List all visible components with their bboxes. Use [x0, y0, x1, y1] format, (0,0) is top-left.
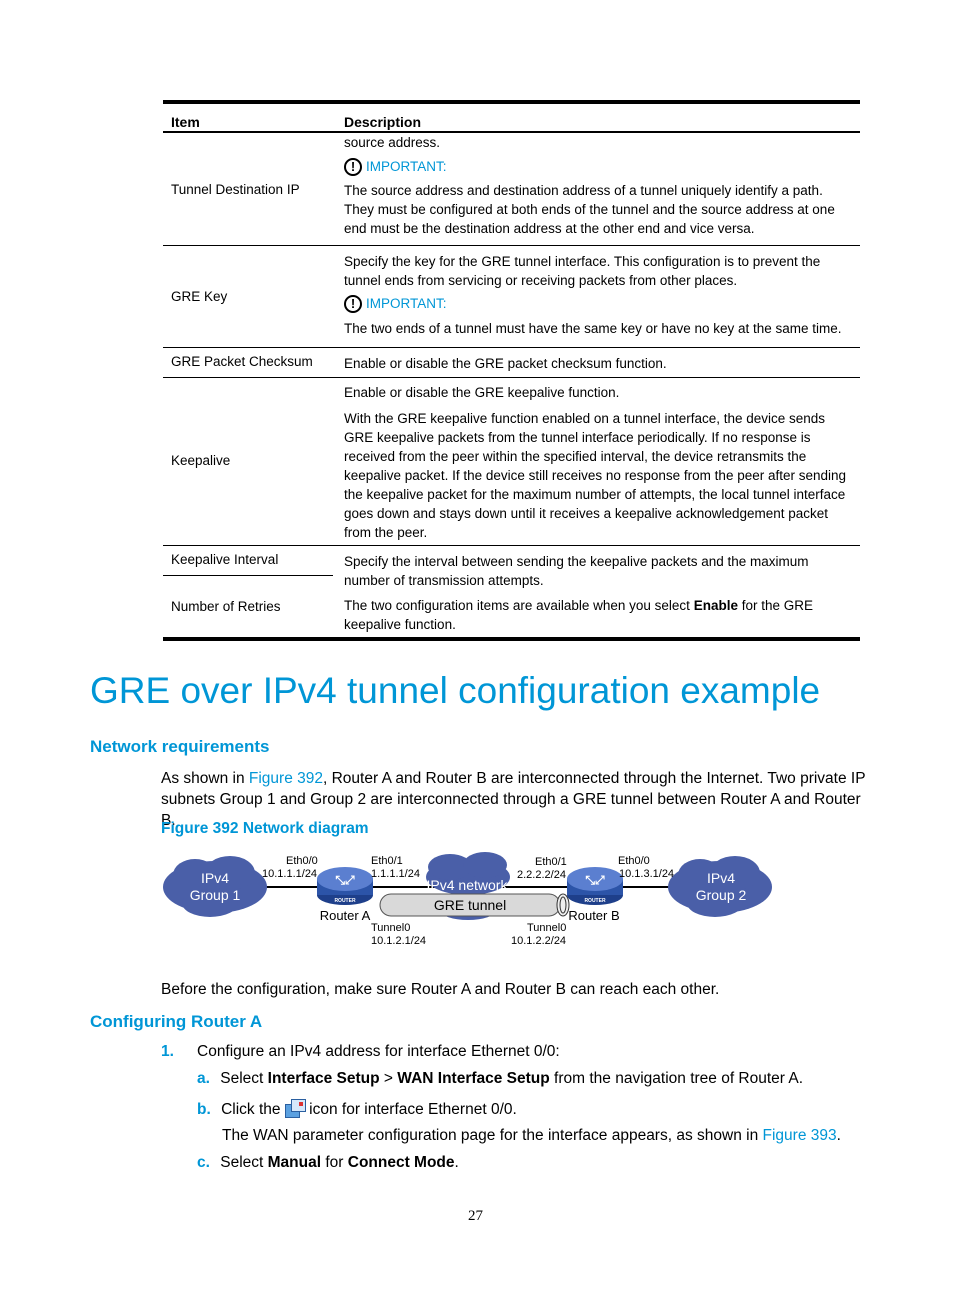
section-title: GRE over IPv4 tunnel configuration examp… — [90, 670, 821, 711]
table-row: Keepalive Enable or disable the GRE keep… — [163, 378, 860, 546]
b-eth00-name: Eth0/0 — [618, 855, 650, 867]
table-row: GRE Key Specify the key for the GRE tunn… — [163, 246, 860, 348]
a-tunnel-name: Tunnel0 — [371, 922, 410, 934]
desc-text: With the GRE keepalive function enabled … — [344, 411, 847, 540]
step-letter: a. — [197, 1070, 210, 1087]
text-run: for — [321, 1154, 348, 1171]
row-item: Keepalive — [171, 453, 231, 468]
group1-label-1: IPv4 — [201, 870, 229, 886]
important-icon: ! — [344, 294, 362, 313]
step-1a: a. Select Interface Setup > WAN Interfac… — [197, 1070, 803, 1088]
b-tunnel-name: Tunnel0 — [527, 922, 566, 934]
row-divider — [163, 575, 333, 576]
b-tunnel-ip: 10.1.2.2/24 — [511, 935, 566, 947]
router-b-icon: ⤡⤢ ROUTER — [567, 867, 623, 905]
row-description: Enable or disable the GRE packet checksu… — [344, 356, 667, 371]
group2-label-2: Group 2 — [696, 887, 747, 903]
a-eth01-name: Eth0/1 — [371, 855, 403, 867]
b-eth01-name: Eth0/1 — [535, 856, 567, 868]
table-row: GRE Packet Checksum Enable or disable th… — [163, 348, 860, 378]
header-description: Description — [344, 114, 422, 130]
router-a-label: Router A — [320, 908, 371, 923]
text-run: from the navigation tree of Router A. — [549, 1070, 804, 1087]
bold-run: Enable — [693, 598, 738, 613]
a-tunnel-ip: 10.1.2.1/24 — [371, 935, 426, 947]
parameter-table: Item Description Tunnel Destination IP s… — [163, 100, 860, 641]
step-1c: c. Select Manual for Connect Mode. — [197, 1154, 459, 1172]
step-number: 1. — [161, 1043, 174, 1060]
text-run: . — [454, 1154, 459, 1171]
desc-text: The two configuration items are availabl… — [344, 596, 854, 634]
field-connect-mode: Connect Mode — [347, 1154, 455, 1171]
configuring-router-a-heading: Configuring Router A — [90, 1012, 263, 1031]
text-run: As shown in — [161, 770, 249, 787]
router-a-icon: ⤡⤢ ROUTER — [317, 867, 373, 905]
table-bottom-rule — [163, 637, 860, 641]
row-item: GRE Key — [171, 289, 228, 304]
router-b-label: Router B — [568, 908, 619, 923]
row-description: source address. ! IMPORTANT: The source … — [344, 133, 854, 238]
text-run: . — [836, 1127, 841, 1144]
step-1: 1. Configure an IPv4 address for interfa… — [161, 1043, 560, 1061]
option-manual: Manual — [267, 1154, 322, 1171]
network-requirements-heading: Network requirements — [90, 737, 270, 756]
ipv4-network-label: IPv4 network — [427, 877, 509, 893]
svg-text:⤡⤢: ⤡⤢ — [585, 873, 605, 887]
header-item: Item — [171, 114, 200, 130]
a-eth00-ip: 10.1.1.1/24 — [262, 868, 317, 880]
a-eth01-ip: 1.1.1.1/24 — [371, 868, 420, 880]
figure-393-link[interactable]: Figure 393 — [763, 1127, 837, 1144]
text-run: The two configuration items are availabl… — [344, 598, 694, 613]
text-run: Select — [220, 1154, 268, 1171]
row-description: Specify the interval between sending the… — [344, 552, 854, 634]
step-1b: b. Click the icon for interface Ethernet… — [197, 1099, 517, 1119]
step-letter: c. — [197, 1154, 210, 1171]
row-item: GRE Packet Checksum — [171, 354, 313, 369]
menu-path-interface-setup: Interface Setup — [267, 1070, 380, 1087]
svg-text:⤡⤢: ⤡⤢ — [335, 873, 355, 887]
menu-path-wan-interface-setup: WAN Interface Setup — [397, 1070, 550, 1087]
step-text: Configure an IPv4 address for interface … — [197, 1043, 560, 1060]
important-label: IMPORTANT: — [366, 296, 447, 311]
figure-392-link[interactable]: Figure 392 — [249, 770, 323, 787]
b-eth00-ip: 10.1.3.1/24 — [619, 868, 674, 880]
important-text: The source address and destination addre… — [344, 183, 835, 236]
text-run: Click the — [221, 1101, 285, 1118]
desc-text: Enable or disable the GRE keepalive func… — [344, 385, 620, 400]
desc-text: Specify the interval between sending the… — [344, 554, 809, 588]
before-config-text: Before the configuration, make sure Rout… — [161, 981, 720, 998]
important-note: ! IMPORTANT: — [344, 157, 854, 176]
desc-text: source address. — [344, 135, 441, 150]
row-item: Tunnel Destination IP — [171, 182, 300, 197]
row-item: Number of Retries — [171, 599, 281, 614]
table-row: Keepalive Interval Number of Retries Spe… — [163, 546, 860, 641]
b-eth01-ip: 2.2.2.2/24 — [517, 869, 566, 881]
step-1b-note: The WAN parameter configuration page for… — [222, 1127, 841, 1145]
row-description: Specify the key for the GRE tunnel inter… — [344, 252, 854, 338]
text-run: > — [379, 1070, 398, 1087]
desc-text: Specify the key for the GRE tunnel inter… — [344, 254, 821, 288]
router-badge: ROUTER — [584, 898, 606, 904]
text-run: Select — [220, 1070, 268, 1087]
gre-tunnel-label: GRE tunnel — [434, 897, 506, 913]
group1-label-2: Group 1 — [190, 887, 241, 903]
row-item: Keepalive Interval — [171, 552, 279, 567]
important-text: The two ends of a tunnel must have the s… — [344, 321, 842, 336]
table-header: Item Description — [163, 104, 860, 133]
important-label: IMPORTANT: — [366, 159, 447, 174]
figure-caption: Figure 392 Network diagram — [161, 820, 369, 837]
edit-config-icon — [284, 1099, 306, 1118]
important-note: ! IMPORTANT: — [344, 294, 854, 313]
page-number: 27 — [468, 1208, 483, 1224]
text-run: icon for interface Ethernet 0/0. — [304, 1101, 517, 1118]
important-icon: ! — [344, 157, 362, 176]
table-row: Tunnel Destination IP source address. ! … — [163, 133, 860, 246]
row-description: Enable or disable the GRE keepalive func… — [344, 383, 854, 542]
step-letter: b. — [197, 1101, 211, 1118]
group2-label-1: IPv4 — [707, 870, 735, 886]
a-eth00-name: Eth0/0 — [286, 855, 318, 867]
router-badge: ROUTER — [334, 898, 356, 904]
text-run: The WAN parameter configuration page for… — [222, 1127, 763, 1144]
network-diagram: IPv4 Group 1 IPv4 network GRE tunnel ⤡⤢ … — [163, 852, 772, 947]
